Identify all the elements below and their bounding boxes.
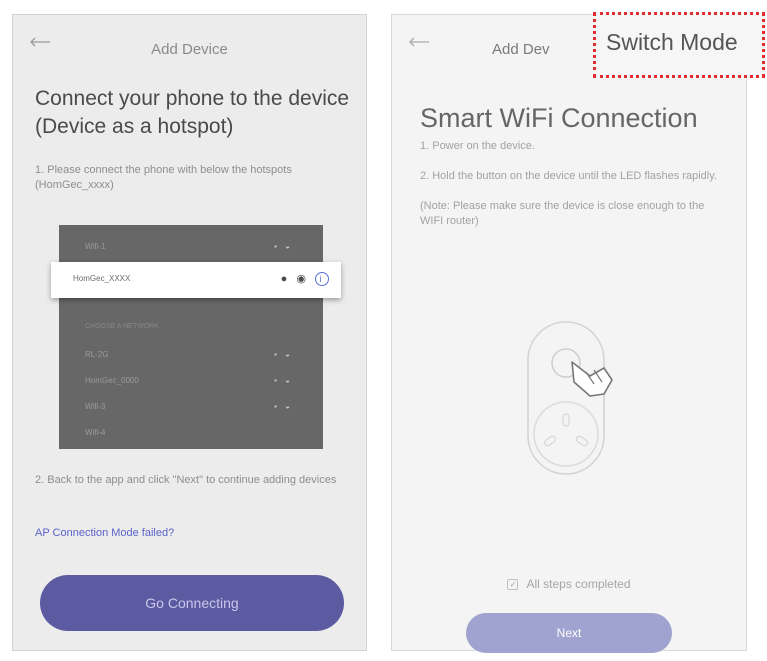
lock-icon: ● [280,273,291,285]
all-steps-completed[interactable]: ✓ All steps completed [392,577,746,591]
wifi-name: HomGec_0000 [85,376,139,385]
wifi-row-selected[interactable]: HomGec_XXXX ● ◉ i [51,262,341,298]
step-1-text: 1. Please connect the phone with below t… [35,164,292,191]
back-arrow-icon[interactable] [408,37,430,47]
page-heading: Connect your phone to the device (Device… [35,87,350,138]
note-text: (Note: Please make sure the device is cl… [420,200,705,227]
step-2-text: 2. Back to the app and click "Next" to c… [35,474,337,486]
wifi-row[interactable]: HomGec_0000 ▪ ◒ [59,373,323,393]
switch-mode-highlight[interactable]: Switch Mode [593,12,765,78]
wifi-list: Wifi-1 ▪ ◒ CHOOSE A NETWORK RL-2G ▪ ◒ Ho… [59,225,323,449]
wifi-signal-icon: ▪ ◒ [274,242,293,251]
wifi-signal-icon: ▪ ◒ [274,350,293,359]
step-2-text: 2. Hold the button on the device until t… [420,170,717,182]
wifi-row[interactable]: Wifi-4 [59,425,323,445]
wifi-row[interactable]: Wifi-1 ▪ ◒ [59,239,323,259]
wifi-signal-icon: ◉ [296,273,309,285]
go-connecting-button[interactable]: Go Connecting [40,575,344,631]
wifi-name: Wifi-4 [85,428,106,437]
page-heading: Smart WiFi Connection [420,103,698,133]
header-title: Add Device [151,41,228,58]
wifi-signal-icon: ▪ ◒ [274,402,293,411]
wifi-name: Wifi-3 [85,402,106,411]
header-title: Add Dev [492,41,550,58]
wifi-signal-icon: ▪ ◒ [274,376,293,385]
info-icon[interactable]: i [315,272,329,287]
wifi-name: RL-2G [85,350,109,359]
ap-mode-screen: Add Device Connect your phone to the dev… [12,14,367,651]
smart-plug-illustration [527,321,613,475]
hand-pointer-icon [571,361,613,397]
wifi-row[interactable]: Wifi-3 ▪ ◒ [59,399,323,419]
smart-wifi-screen: Add Dev Smart WiFi Connection 1. Power o… [391,14,747,653]
wifi-name: Wifi-1 [85,242,106,251]
wifi-row[interactable]: RL-2G ▪ ◒ [59,347,323,367]
next-button[interactable]: Next [466,613,672,653]
all-steps-label: All steps completed [526,577,631,591]
ap-mode-failed-link[interactable]: AP Connection Mode failed? [35,527,174,539]
network-section-label: CHOOSE A NETWORK [85,323,159,330]
switch-mode-button[interactable]: Switch Mode [606,29,738,56]
step-1-text: 1. Power on the device. [420,140,535,152]
wifi-name: HomGec_XXXX [73,274,131,283]
checkbox-icon[interactable]: ✓ [507,579,519,591]
